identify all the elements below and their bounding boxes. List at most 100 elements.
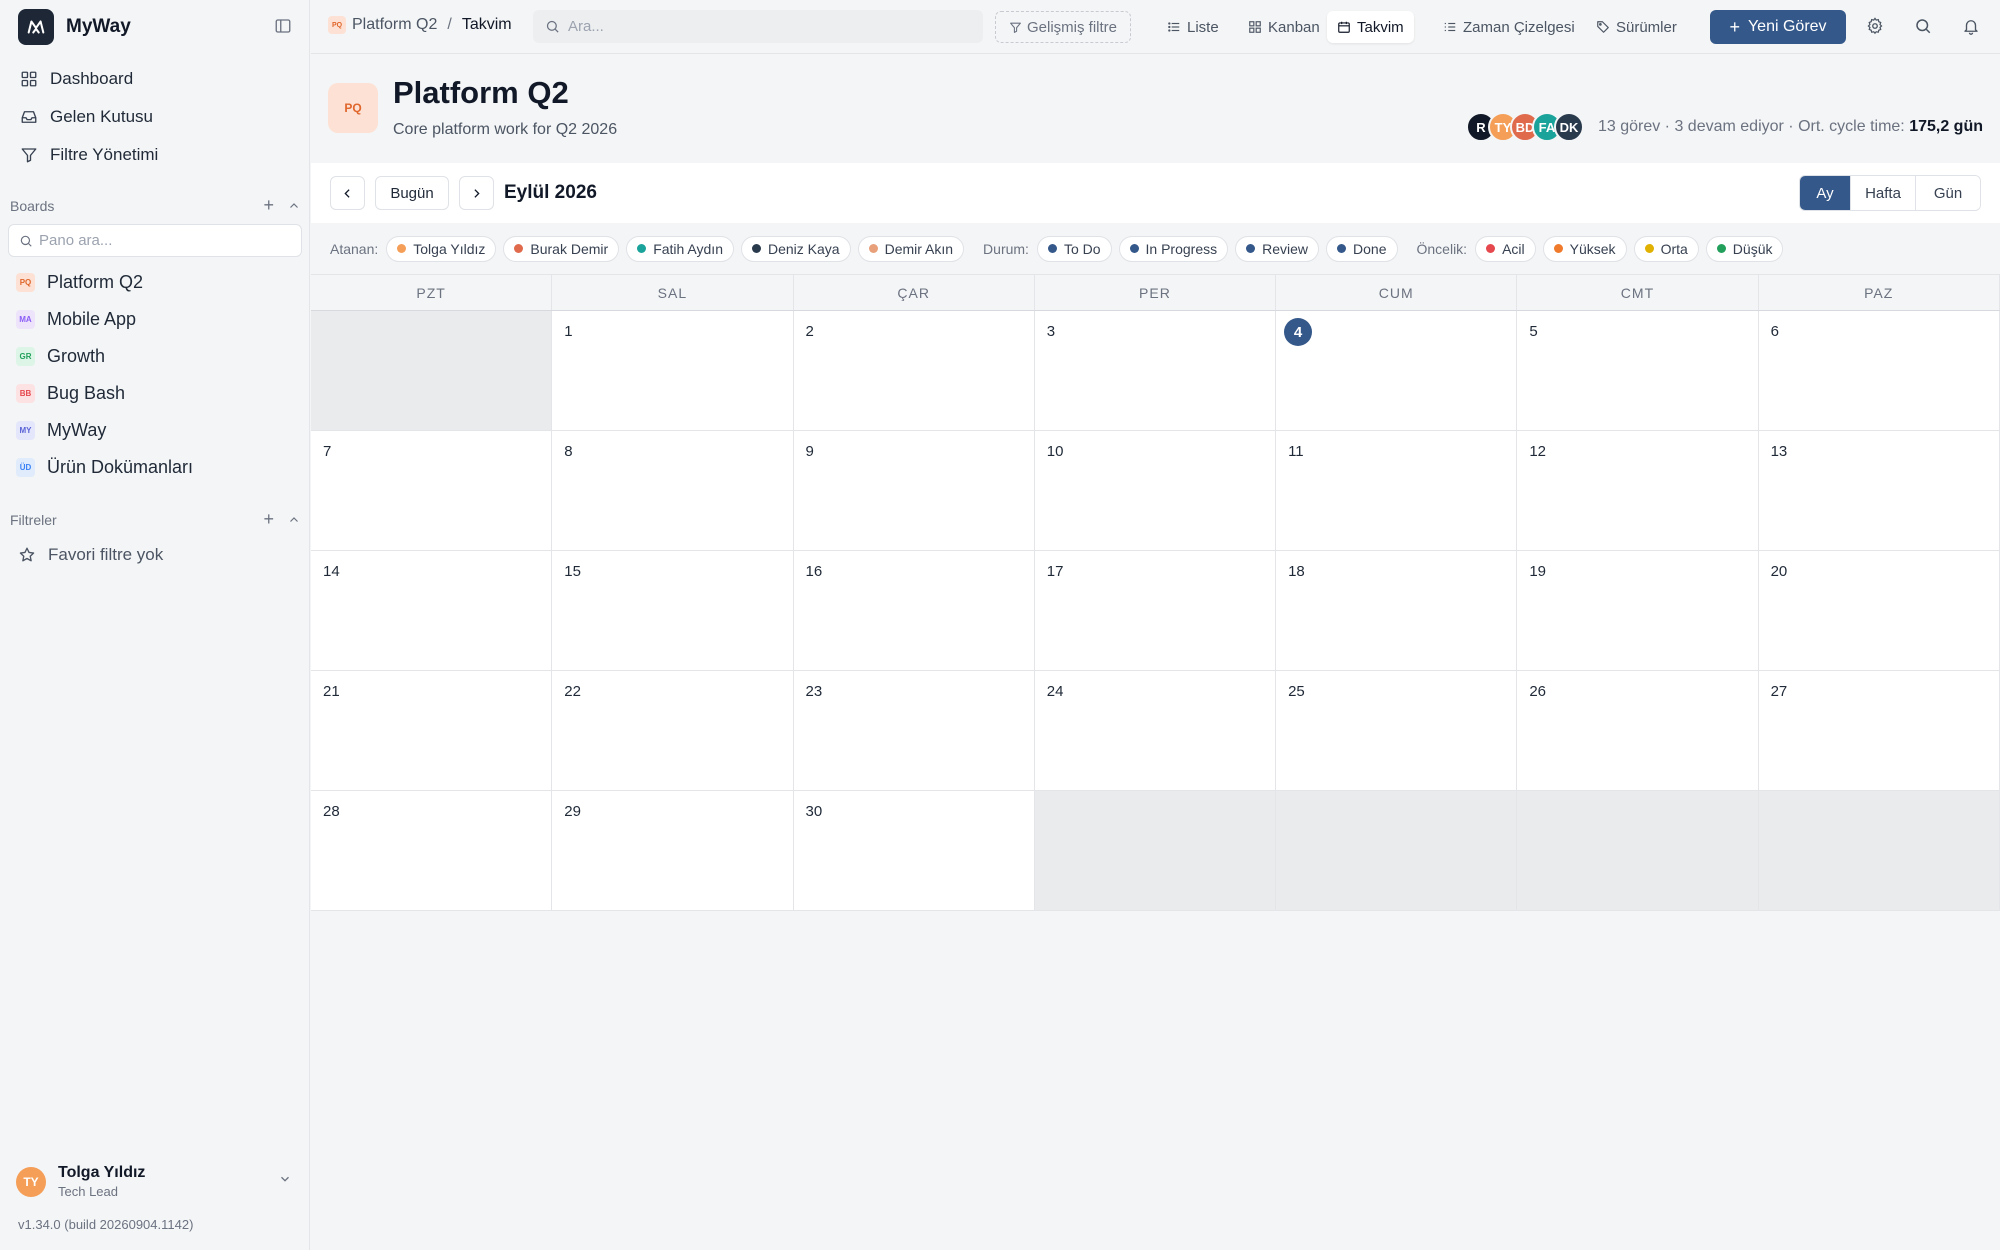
calendar-day-cell[interactable]: 12	[1517, 431, 1759, 550]
calendar-day-cell[interactable]: 8	[552, 431, 794, 550]
day-number: 6	[1770, 323, 1779, 340]
status-filter-chip[interactable]: To Do	[1036, 235, 1112, 262]
board-search-input[interactable]: Pano ara...	[8, 224, 302, 257]
board-label: Growth	[47, 346, 106, 366]
notifications-bell-icon[interactable]	[1962, 17, 1982, 37]
calendar-day-cell[interactable]: 4	[1276, 311, 1518, 430]
prev-month-button[interactable]	[330, 176, 365, 210]
search-icon[interactable]	[1914, 17, 1934, 37]
weekday-header: CUM	[1276, 275, 1518, 310]
calendar-day-cell[interactable]: 5	[1517, 311, 1759, 430]
assignee-filter-chip[interactable]: Tolga Yıldız	[386, 235, 497, 262]
calendar-day-cell[interactable]: 13	[1758, 431, 2000, 550]
calendar-day-cell[interactable]: 29	[552, 791, 794, 910]
sidebar-board-item[interactable]: MY MyWay	[10, 412, 300, 449]
color-dot-icon	[514, 244, 524, 253]
member-avatars[interactable]: R TY BD FA DK	[1465, 112, 1584, 142]
tab-kanban[interactable]: Kanban	[1238, 11, 1330, 43]
calendar-day-cell[interactable]: 28	[311, 791, 553, 910]
sidebar-board-item[interactable]: MA Mobile App	[10, 301, 300, 338]
calendar-day-cell[interactable]: 24	[1034, 671, 1277, 790]
priority-filter-chip[interactable]: Acil	[1475, 235, 1536, 262]
user-role: Tech Lead	[58, 1184, 118, 1199]
assignee-filter-chip[interactable]: Deniz Kaya	[740, 235, 851, 262]
calendar-day-cell[interactable]: 27	[1758, 671, 2000, 790]
status-filter-chip[interactable]: Done	[1326, 235, 1398, 262]
grid-icon	[21, 71, 37, 87]
calendar-day-cell[interactable]: 30	[793, 791, 1035, 910]
settings-gear-icon[interactable]	[1866, 17, 1886, 37]
color-dot-icon	[1047, 244, 1057, 253]
user-menu[interactable]: TY Tolga Yıldız Tech Lead	[16, 1164, 296, 1199]
sidebar-board-item[interactable]: BB Bug Bash	[10, 375, 300, 412]
calendar-day-cell[interactable]: 21	[311, 671, 553, 790]
day-number: 8	[564, 443, 573, 460]
today-button[interactable]: Bugün	[375, 176, 449, 210]
calendar-day-cell[interactable]: 17	[1034, 551, 1277, 670]
status-filter-chip[interactable]: In Progress	[1118, 235, 1229, 262]
view-day-button[interactable]: Gün	[1915, 176, 1980, 210]
add-board-plus-icon[interactable]: +	[263, 195, 274, 216]
calendar-day-cell[interactable]: 20	[1758, 551, 2000, 670]
chevron-left-icon	[344, 188, 350, 198]
calendar-day-cell[interactable]: 2	[793, 311, 1035, 430]
calendar-day-cell[interactable]: 18	[1276, 551, 1518, 670]
brand[interactable]: MyWay	[18, 9, 131, 45]
brand-logo-icon	[18, 9, 54, 45]
priority-filter-chip[interactable]: Düşük	[1705, 235, 1784, 262]
calendar-day-cell[interactable]: 9	[793, 431, 1035, 550]
tab-releases[interactable]: Sürümler	[1586, 11, 1687, 43]
calendar-day-cell[interactable]: 14	[311, 551, 553, 670]
priority-filter-chip[interactable]: Orta	[1633, 235, 1699, 262]
calendar-day-cell[interactable]: 15	[552, 551, 794, 670]
chevron-down-icon[interactable]	[278, 1172, 292, 1186]
calendar-day-cell[interactable]: 23	[793, 671, 1035, 790]
tab-calendar[interactable]: Takvim	[1327, 11, 1414, 43]
tab-list[interactable]: Liste	[1157, 11, 1229, 43]
view-month-button[interactable]: Ay	[1800, 176, 1850, 210]
nav-item-inbox[interactable]: Gelen Kutusu	[10, 98, 300, 136]
chevron-up-icon[interactable]	[288, 200, 300, 212]
calendar-day-cell[interactable]: 26	[1517, 671, 1759, 790]
calendar-week-row: 14 15 16 17 18 19 20	[311, 551, 2000, 671]
calendar-day-cell[interactable]: 19	[1517, 551, 1759, 670]
assignee-filter-chip[interactable]: Fatih Aydın	[626, 235, 734, 262]
tab-timeline[interactable]: Zaman Çizelgesi	[1433, 11, 1585, 43]
next-month-button[interactable]	[459, 176, 494, 210]
status-filter-chip[interactable]: Review	[1235, 235, 1320, 262]
chevron-up-icon[interactable]	[288, 514, 300, 526]
boards-section-header: Boards +	[10, 195, 300, 216]
advanced-filter-label: Gelişmiş filtre	[1026, 18, 1117, 36]
day-number: 27	[1770, 683, 1788, 700]
sidebar-toggle-icon[interactable]	[274, 17, 294, 37]
member-avatar[interactable]: DK	[1553, 112, 1584, 142]
calendar-day-cell[interactable]: 10	[1034, 431, 1277, 550]
calendar-day-cell[interactable]: 3	[1034, 311, 1277, 430]
assignee-filter-chip[interactable]: Burak Demir	[503, 235, 620, 262]
calendar-day-cell[interactable]: 7	[311, 431, 553, 550]
calendar-day-cell[interactable]: 25	[1276, 671, 1518, 790]
weekday-header: CMT	[1517, 275, 1759, 310]
calendar-day-cell[interactable]: 11	[1276, 431, 1518, 550]
day-number: 12	[1529, 443, 1547, 460]
calendar-day-outside-month	[1758, 791, 2000, 910]
calendar-day-cell[interactable]: 22	[552, 671, 794, 790]
view-week-button[interactable]: Hafta	[1850, 176, 1915, 210]
nav-item-filter-management[interactable]: Filtre Yönetimi	[10, 136, 300, 174]
calendar-day-cell[interactable]: 6	[1758, 311, 2000, 430]
advanced-filter-button[interactable]: Gelişmiş filtre	[995, 11, 1131, 43]
favorite-filters-empty: Favori filtre yok	[18, 545, 163, 565]
sidebar-board-item[interactable]: GR Growth	[10, 338, 300, 375]
add-filter-plus-icon[interactable]: +	[263, 509, 274, 530]
new-task-button[interactable]: + Yeni Görev	[1710, 10, 1846, 44]
priority-filter-chip[interactable]: Yüksek	[1542, 235, 1627, 262]
assignee-filter-chip[interactable]: Demir Akın	[857, 235, 965, 262]
calendar-day-cell[interactable]: 16	[793, 551, 1035, 670]
sidebar-board-item[interactable]: ÜD Ürün Dokümanları	[10, 449, 300, 486]
breadcrumb-project[interactable]: Platform Q2	[352, 16, 437, 34]
nav-item-dashboard[interactable]: Dashboard	[10, 60, 300, 98]
assignee-filter-label: Atanan:	[330, 240, 379, 257]
global-search-input[interactable]: Ara...	[533, 10, 983, 43]
calendar-day-cell[interactable]: 1	[552, 311, 794, 430]
sidebar-board-item[interactable]: PQ Platform Q2	[10, 264, 300, 301]
